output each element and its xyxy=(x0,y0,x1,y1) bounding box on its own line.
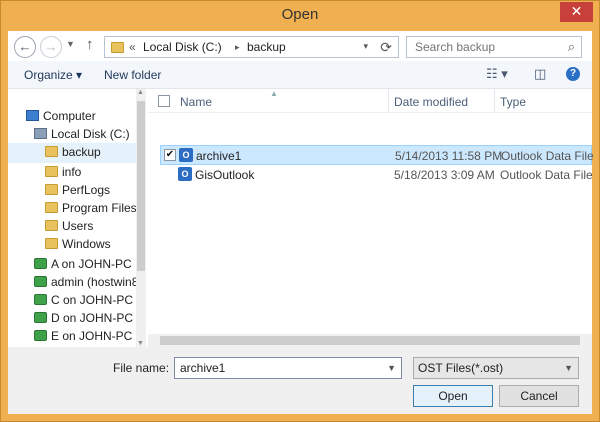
address-segment-backup[interactable]: backup xyxy=(247,40,286,54)
folder-icon xyxy=(45,202,58,213)
sidebar-item-info[interactable]: info xyxy=(45,165,81,183)
sidebar-item-d-drive[interactable]: D on JOHN-PC xyxy=(34,311,133,329)
scroll-up-icon[interactable]: ▲ xyxy=(137,89,144,96)
navigation-scrollbar[interactable]: ▲ ▼ xyxy=(136,89,146,347)
open-dialog: Open ✕ ← → ▼ ↑ « Local Disk (C:) ▸ backu… xyxy=(0,0,600,422)
sidebar-item-perflogs[interactable]: PerfLogs xyxy=(45,183,110,201)
view-options-icon[interactable]: ☷ ▾ xyxy=(486,66,508,82)
sidebar-item-admin[interactable]: admin (hostwin8 xyxy=(34,275,138,293)
network-drive-icon xyxy=(34,258,47,269)
folder-icon xyxy=(45,184,58,195)
sidebar-item-backup[interactable]: backup xyxy=(8,143,136,163)
folder-icon xyxy=(45,166,58,177)
scrollbar-thumb[interactable] xyxy=(160,336,580,345)
address-overflow-chevron[interactable]: « xyxy=(129,40,136,54)
network-drive-icon xyxy=(34,294,47,305)
sidebar-item-c-drive[interactable]: C on JOHN-PC xyxy=(34,293,133,311)
back-button[interactable]: ← xyxy=(14,36,36,58)
cancel-button[interactable]: Cancel xyxy=(499,385,579,407)
help-icon[interactable]: ? xyxy=(566,67,580,81)
folder-icon xyxy=(111,42,124,53)
new-folder-button[interactable]: New folder xyxy=(104,68,161,82)
up-folder-button[interactable]: ↑ xyxy=(86,36,94,53)
table-row[interactable]: ✔ O archive1 5/14/2013 11:58 PM Outlook … xyxy=(160,145,594,165)
network-drive-icon xyxy=(34,330,47,341)
computer-icon xyxy=(26,110,39,121)
open-button[interactable]: Open xyxy=(413,385,493,407)
file-name-area: File name: ▼ OST Files(*.ost) ▼ Open Can… xyxy=(8,347,592,414)
address-dropdown-icon[interactable]: ▾ xyxy=(363,41,368,52)
search-icon[interactable]: ⌕ xyxy=(568,39,575,55)
forward-arrow-icon: → xyxy=(44,39,58,54)
chevron-down-icon[interactable]: ▼ xyxy=(564,363,573,373)
outlook-data-file-icon: O xyxy=(179,148,193,162)
sidebar-item-users[interactable]: Users xyxy=(45,219,93,237)
forward-button[interactable]: → xyxy=(40,36,62,58)
organize-button[interactable]: Organize ▾ xyxy=(24,68,82,82)
dialog-client: ← → ▼ ↑ « Local Disk (C:) ▸ backup ▾ ⟳ ⌕… xyxy=(8,31,594,414)
close-button[interactable]: ✕ xyxy=(560,2,593,22)
column-divider[interactable] xyxy=(388,89,389,113)
folder-icon xyxy=(45,220,58,231)
select-all-checkbox[interactable] xyxy=(158,95,170,107)
network-drive-icon xyxy=(34,276,47,287)
folder-icon xyxy=(45,146,58,157)
file-date: 5/14/2013 11:58 PM xyxy=(395,149,503,163)
history-dropdown-icon[interactable]: ▼ xyxy=(66,39,75,49)
address-bar[interactable]: « Local Disk (C:) ▸ backup ▾ ⟳ xyxy=(104,36,399,58)
file-type: Outlook Data File xyxy=(500,168,593,182)
file-name: GisOutlook xyxy=(195,168,255,182)
file-name-combobox[interactable]: ▼ xyxy=(174,357,402,379)
search-input[interactable] xyxy=(413,38,553,56)
file-list-horizontal-scrollbar[interactable] xyxy=(148,334,592,347)
search-box[interactable]: ⌕ xyxy=(406,36,582,58)
network-drive-icon xyxy=(34,312,47,323)
file-type-value: OST Files(*.ost) xyxy=(418,361,504,375)
file-name: archive1 xyxy=(196,149,242,163)
navigation-pane: Computer Local Disk (C:) backup info Per… xyxy=(8,89,146,347)
sidebar-item-windows[interactable]: Windows xyxy=(45,237,111,255)
file-type-select[interactable]: OST Files(*.ost) ▼ xyxy=(413,357,579,379)
preview-pane-icon[interactable]: ◫ xyxy=(534,66,546,82)
address-row: ← → ▼ ↑ « Local Disk (C:) ▸ backup ▾ ⟳ ⌕ xyxy=(8,31,592,61)
back-arrow-icon: ← xyxy=(18,39,32,54)
sidebar-item-e-drive[interactable]: E on JOHN-PC xyxy=(34,329,132,347)
column-header-type[interactable]: Type xyxy=(500,95,526,109)
title-bar: Open ✕ xyxy=(1,1,599,31)
column-header-row: Name ▲ Date modified Type xyxy=(148,89,592,113)
scrollbar-thumb[interactable] xyxy=(137,101,145,271)
folder-icon xyxy=(45,238,58,249)
column-header-date[interactable]: Date modified xyxy=(394,95,468,109)
file-list: Name ▲ Date modified Type ✔ O archive1 5… xyxy=(148,89,594,347)
file-name-input[interactable] xyxy=(178,359,378,377)
file-type: Outlook Data File xyxy=(501,149,594,163)
table-row[interactable]: O GisOutlook 5/18/2013 3:09 AM Outlook D… xyxy=(160,165,593,185)
sort-ascending-icon: ▲ xyxy=(270,89,278,98)
window-title: Open xyxy=(281,6,319,23)
sidebar-item-a-drive[interactable]: A on JOHN-PC xyxy=(34,257,132,275)
address-separator-icon[interactable]: ▸ xyxy=(235,42,240,53)
column-header-name[interactable]: Name xyxy=(180,95,212,109)
sidebar-item-program-files[interactable]: Program Files xyxy=(45,201,137,219)
toolbar: Organize ▾ New folder ☷ ▾ ◫ ? xyxy=(8,61,592,89)
refresh-icon[interactable]: ⟳ xyxy=(380,39,392,56)
close-icon: ✕ xyxy=(570,3,583,19)
scroll-down-icon[interactable]: ▼ xyxy=(137,340,144,347)
row-checkbox[interactable]: ✔ xyxy=(164,149,176,161)
sidebar-item-computer[interactable]: Computer xyxy=(26,109,96,127)
file-date: 5/18/2013 3:09 AM xyxy=(394,168,495,182)
outlook-data-file-icon: O xyxy=(178,167,192,181)
chevron-down-icon[interactable]: ▼ xyxy=(387,363,396,373)
file-name-label: File name: xyxy=(113,361,170,375)
column-divider[interactable] xyxy=(494,89,495,113)
address-segment-local-disk[interactable]: Local Disk (C:) xyxy=(143,40,222,54)
disk-icon xyxy=(34,128,47,139)
